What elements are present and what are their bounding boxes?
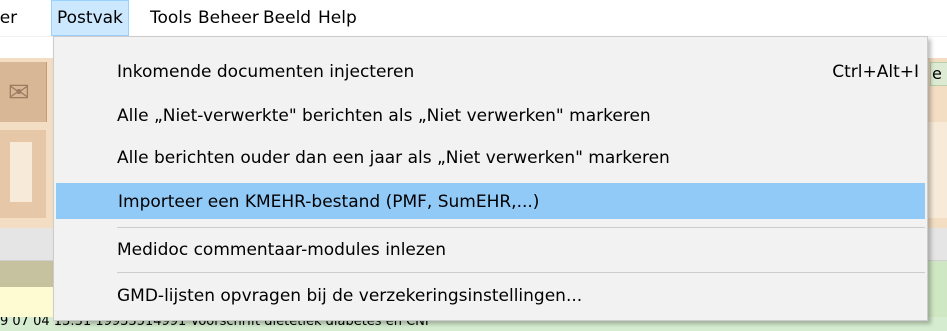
menu-tools[interactable]: Tools <box>145 0 197 36</box>
menu-beeld[interactable]: Beeld <box>258 0 316 36</box>
menu-item-ouder-dan-jaar-markeren[interactable]: Alle berichten ouder dan een jaar als „N… <box>56 140 925 176</box>
menu-postvak[interactable]: Postvak <box>51 0 129 36</box>
grid-row-status <box>928 261 947 317</box>
menu-bestand[interactable]: ier <box>0 0 22 36</box>
mail-toolbar-button[interactable]: ✉ <box>0 62 47 122</box>
menu-item-label: Alle „Niet-verwerkte" berichten als „Nie… <box>117 106 651 126</box>
right-panel <box>928 122 947 218</box>
menu-item-label: GMD-lijsten opvragen bij de verzekerings… <box>117 286 583 306</box>
side-panel-inner <box>10 142 32 202</box>
menu-item-label: Inkomende documenten injecteren <box>117 62 415 82</box>
right-button-label: e <box>932 64 942 83</box>
menu-beheer[interactable]: Beheer <box>193 0 264 36</box>
menu-item-inkomende-documenten[interactable]: Inkomende documenten injecteren Ctrl+Alt… <box>56 54 925 90</box>
menu-help[interactable]: Help <box>313 0 362 36</box>
menu-item-label: Importeer een KMEHR-bestand (PMF, SumEHR… <box>118 192 540 212</box>
menu-separator <box>117 227 925 228</box>
menu-item-gmd-lijsten[interactable]: GMD-lijsten opvragen bij de verzekerings… <box>56 278 925 314</box>
postvak-dropdown-menu: Inkomende documenten injecteren Ctrl+Alt… <box>53 36 928 321</box>
envelope-icon: ✉ <box>8 78 30 108</box>
menu-separator <box>117 272 925 273</box>
menu-item-label: Alle berichten ouder dan een jaar als „N… <box>117 148 670 168</box>
menubar: ier Postvak Tools Beheer Beeld Help <box>0 0 947 37</box>
menu-item-label: Medidoc commentaar-modules inlezen <box>117 240 447 260</box>
menu-item-importeer-kmehr[interactable]: Importeer een KMEHR-bestand (PMF, SumEHR… <box>56 183 925 219</box>
menu-item-shortcut: Ctrl+Alt+I <box>832 62 919 82</box>
side-panel <box>0 130 46 218</box>
menu-item-niet-verwerkte-markeren[interactable]: Alle „Niet-verwerkte" berichten als „Nie… <box>56 98 925 134</box>
menu-item-medidoc-commentaar[interactable]: Medidoc commentaar-modules inlezen <box>56 232 925 268</box>
